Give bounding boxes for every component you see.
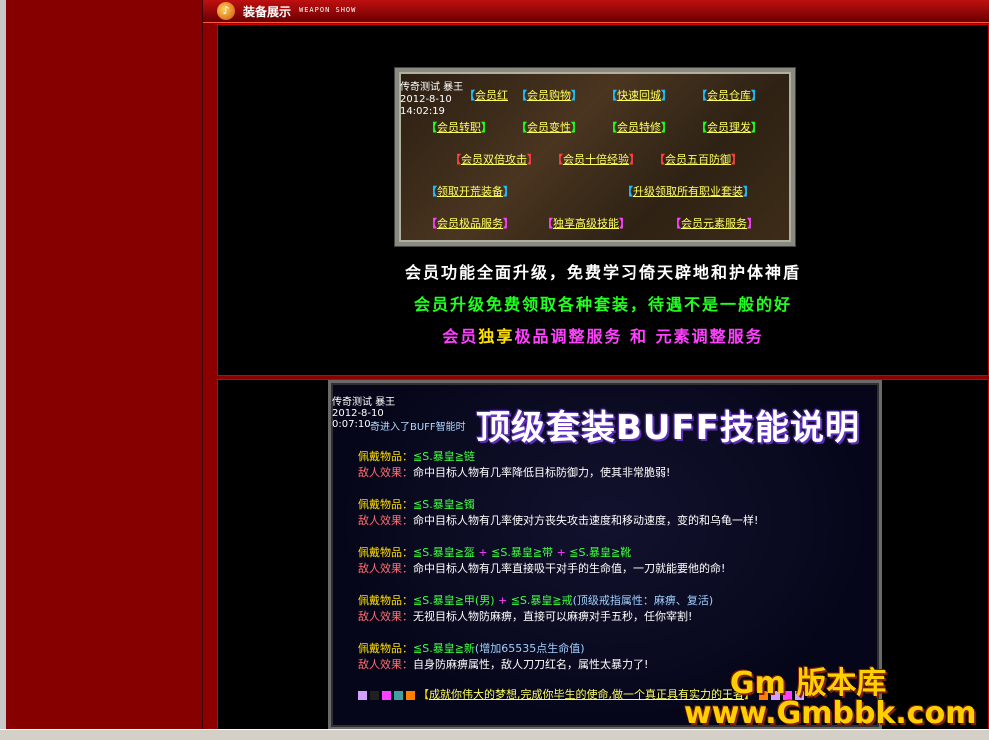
member-features-panel: 传奇测试 暴王 2012-8-10 14:02:19 【会员红 【会员购物】 【… [217,24,989,376]
section-subtitle: WEAPON SHOW [299,6,357,14]
menu-item-500-defense[interactable]: 【会员五百防御】 [654,151,742,167]
menu-item-double-attack[interactable]: 【会员双倍攻击】 [450,151,538,167]
menu-item-element-service[interactable]: 【会员元素服务】 [670,215,758,231]
buff-wear-row: 佩戴物品：≦S.暴皇≧链 [358,450,475,463]
buff-effect-row: 敌人效果：无视目标人物防麻痹，直接可以麻痹对手五秒，任你宰割! [358,610,693,623]
window-bottom-bar [0,729,989,740]
buff-title: 顶级套装BUFF技能说明 [476,408,860,448]
color-square [358,690,367,700]
buff-wear-row: 佩戴物品：≦S.暴皇≧甲(男) + ≦S.暴皇≧戒(顶级戒指属性：麻痹、复活) [358,594,714,607]
menu-item-exclusive-skills[interactable]: 【独享高级技能】 [542,215,630,231]
buff-intro-text: 奇进入了BUFF智能时 [370,422,466,433]
menu-item-premium-service[interactable]: 【会员极品服务】 [426,215,514,231]
menu-item-ten-times-exp[interactable]: 【会员十倍经验】 [552,151,640,167]
color-square [406,690,415,700]
menu-item-member-red[interactable]: 【会员红 [464,87,508,103]
buff-effect-row: 敌人效果：命中目标人物有几率降低目标防御力，使其非常脆弱! [358,466,671,479]
buff-effect-row: 敌人效果：命中目标人物有几率直接吸干对手的生命值，一刀就能要他的命! [358,562,726,575]
menu-item-gender-change[interactable]: 【会员变性】 [516,119,582,135]
color-square [394,690,403,700]
slogan-line-3: 会员独享极品调整服务 和 元素调整服务 [442,327,764,346]
menu-item-starter-gear[interactable]: 【领取开荒装备】 [426,183,514,199]
slogan-line-1: 会员功能全面升级，免费学习倚天辟地和护体神盾 [404,263,801,282]
buff-wear-row: 佩戴物品：≦S.暴皇≧新(增加65535点生命值) [358,642,585,655]
menu-item-haircut[interactable]: 【会员理发】 [696,119,762,135]
slogan-line-2: 会员升级免费领取各种套装，待遇不是一般的好 [413,295,792,314]
sidebar [6,0,203,729]
screenshot-timestamp: 传奇测试 暴王 2012-8-10 14:02:19 [400,82,464,117]
menu-item-member-shop[interactable]: 【会员购物】 [516,87,582,103]
menu-item-special-repair[interactable]: 【会员特修】 [606,119,672,135]
color-square [382,690,391,700]
buff-wear-row: 佩戴物品：≦S.暴皇≧镯 [358,498,475,511]
menu-item-member-storage[interactable]: 【会员仓库】 [696,87,762,103]
buff-wear-row: 佩戴物品：≦S.暴皇≧盔 + ≦S.暴皇≧带 + ≦S.暴皇≧靴 [358,546,632,559]
menu-item-quick-return[interactable]: 【快速回城】 [606,87,672,103]
menu-item-all-job-sets[interactable]: 【升级领取所有职业套装】 [622,183,754,199]
speaker-icon: ♪ [217,2,235,20]
buff-effect-row: 敌人效果：命中目标人物有几率使对方丧失攻击速度和移动速度，变的和乌龟一样! [358,514,759,527]
buff-effect-row: 敌人效果：自身防麻痹属性，敌人刀刀红名，属性太暴力了! [358,658,649,671]
menu-item-job-change[interactable]: 【会员转职】 [426,119,492,135]
color-square [370,690,379,700]
section-title: 装备展示 [243,5,292,19]
color-squares-left [358,688,418,701]
section-header: ♪ 装备展示 WEAPON SHOW [203,0,989,23]
watermark-url: www.Gmbbk.com [684,696,977,731]
